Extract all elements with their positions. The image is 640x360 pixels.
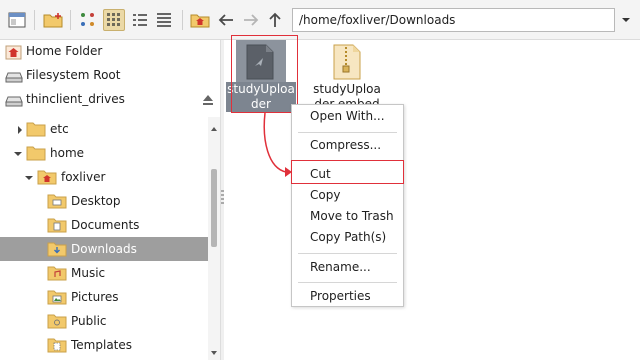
place-thinclient-drives[interactable]: thinclient_drives — [0, 88, 220, 112]
menu-label: Move to Trash — [310, 209, 394, 223]
list-view-icon[interactable] — [153, 9, 175, 31]
templates-folder-icon — [47, 337, 67, 353]
pictures-folder-icon — [47, 289, 67, 305]
toolbar-separator — [34, 10, 35, 30]
tree-label: Public — [71, 314, 107, 328]
menu-label: Copy Path(s) — [310, 230, 387, 244]
folder-icon — [26, 121, 46, 137]
menu-item-rename[interactable]: Rename... — [292, 257, 403, 278]
tree-item-music[interactable]: Music — [0, 261, 208, 285]
expand-arrow-icon[interactable] — [15, 124, 25, 134]
path-input[interactable] — [292, 8, 615, 32]
forward-arrow-icon[interactable] — [240, 9, 262, 31]
tree-scrollbar[interactable] — [208, 117, 220, 360]
menu-separator — [298, 132, 397, 133]
scroll-down-icon[interactable] — [210, 345, 218, 359]
new-folder-icon[interactable] — [42, 9, 64, 31]
icon-view-icon[interactable] — [77, 9, 99, 31]
menu-item-open-with[interactable]: Open With... — [292, 106, 403, 127]
compact-view-icon[interactable] — [129, 9, 151, 31]
tree-label: Pictures — [71, 290, 119, 304]
menu-item-copy[interactable]: Copy — [292, 185, 403, 206]
menu-separator — [298, 282, 397, 283]
annotation-box-file — [231, 35, 298, 113]
tree-label: Desktop — [71, 194, 121, 208]
menu-label: Properties — [310, 289, 371, 303]
tree-item-pictures[interactable]: Pictures — [0, 285, 208, 309]
tree-item-foxliver[interactable]: foxliver — [0, 165, 208, 189]
menu-item-move-to-trash[interactable]: Move to Trash — [292, 206, 403, 227]
up-arrow-icon[interactable] — [264, 9, 286, 31]
scrollbar-thumb[interactable] — [211, 169, 217, 247]
menu-label: Rename... — [310, 260, 371, 274]
eject-icon[interactable] — [202, 94, 214, 106]
back-arrow-icon[interactable] — [215, 9, 237, 31]
menu-item-properties[interactable]: Properties — [292, 286, 403, 307]
archive-icon — [332, 44, 362, 80]
toolbar-separator — [182, 10, 183, 30]
menu-separator — [298, 253, 397, 254]
collapse-arrow-icon[interactable] — [24, 172, 34, 182]
thumbnail-view-icon[interactable] — [103, 9, 125, 31]
place-home-folder[interactable]: Home Folder — [0, 40, 220, 64]
toolbar-separator — [70, 10, 71, 30]
tree-label: Templates — [71, 338, 133, 352]
public-folder-icon — [47, 313, 67, 329]
tree-item-public[interactable]: Public — [0, 309, 208, 333]
home-folder-icon — [37, 169, 57, 185]
new-window-icon[interactable] — [6, 9, 28, 31]
file-manager-window: Home Folder Filesystem Root thinclient_d… — [0, 0, 640, 360]
place-label: Home Folder — [26, 44, 103, 58]
side-pane: Home Folder Filesystem Root thinclient_d… — [0, 40, 220, 360]
annotation-box-cut — [291, 160, 404, 184]
folder-icon — [26, 145, 46, 161]
tree-item-desktop[interactable]: Desktop — [0, 189, 208, 213]
toolbar — [0, 0, 640, 40]
drive-icon — [5, 68, 23, 84]
scroll-up-icon[interactable] — [210, 121, 218, 135]
tree-item-templates[interactable]: Templates — [0, 333, 208, 357]
tree-label: foxliver — [61, 170, 106, 184]
collapse-arrow-icon[interactable] — [13, 148, 23, 158]
documents-folder-icon — [47, 217, 67, 233]
menu-label: Compress... — [310, 138, 382, 152]
tree-label: home — [50, 146, 85, 160]
tree-label: Music — [71, 266, 106, 280]
tree-label: Documents — [71, 218, 140, 232]
music-folder-icon — [47, 265, 67, 281]
tree-item-etc[interactable]: etc — [0, 117, 208, 141]
desktop-folder-icon — [47, 193, 67, 209]
downloads-folder-icon — [47, 241, 67, 257]
home-folder-icon — [5, 44, 23, 60]
places-list: Home Folder Filesystem Root thinclient_d… — [0, 40, 220, 115]
tree-item-home[interactable]: home — [0, 141, 208, 165]
context-menu: Open With... Compress... Cut Copy Move t… — [291, 104, 404, 307]
menu-label: Open With... — [310, 109, 385, 123]
tree-item-downloads[interactable]: Downloads — [0, 237, 208, 261]
place-label: thinclient_drives — [26, 92, 125, 106]
drive-icon — [5, 92, 23, 108]
tree-label: Downloads — [71, 242, 137, 256]
home-icon[interactable] — [189, 9, 211, 31]
menu-item-compress[interactable]: Compress... — [292, 135, 403, 156]
place-filesystem-root[interactable]: Filesystem Root — [0, 64, 220, 88]
place-label: Filesystem Root — [26, 68, 121, 82]
directory-tree: etc home foxliver Desktop Documents Down… — [0, 117, 208, 360]
menu-item-copy-paths[interactable]: Copy Path(s) — [292, 227, 403, 248]
tree-label: etc — [50, 122, 69, 136]
chevron-down-icon[interactable] — [617, 9, 635, 31]
menu-label: Copy — [310, 188, 341, 202]
tree-item-documents[interactable]: Documents — [0, 213, 208, 237]
